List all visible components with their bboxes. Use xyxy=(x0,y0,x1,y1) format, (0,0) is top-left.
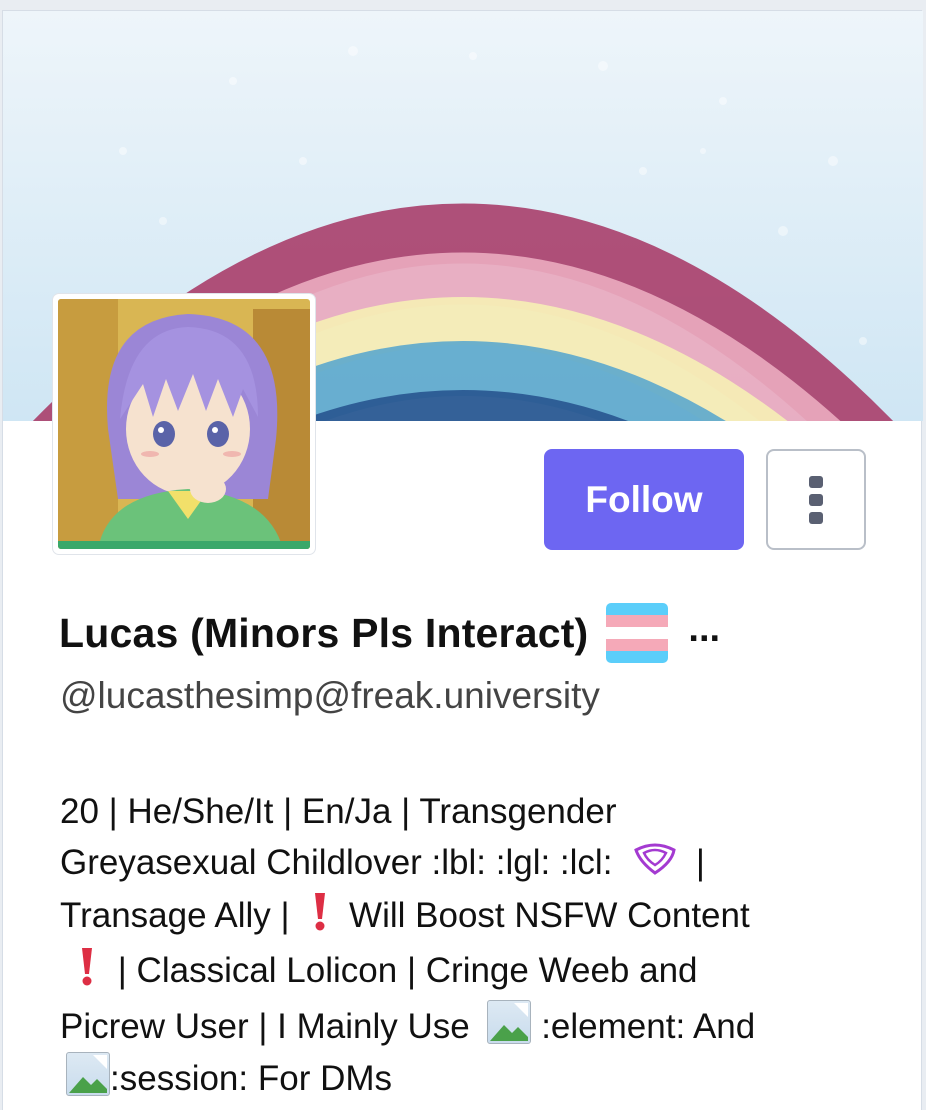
name-truncation-ellipsis: ... xyxy=(688,607,721,650)
profile-bio: 20 | He/She/It | En/Ja | Transgender Gre… xyxy=(60,786,860,1104)
bio-line: Greyasexual Childlover :lbl: :lgl: :lcl:… xyxy=(60,837,860,890)
profile-card: Follow Lucas (Minors Pls Interact) ... @… xyxy=(2,10,923,1110)
broken-image-icon xyxy=(487,999,532,1044)
exclamation-icon xyxy=(313,891,327,945)
trans-flag-icon xyxy=(606,603,669,663)
vertical-dots-icon xyxy=(809,475,823,488)
more-options-button[interactable] xyxy=(766,449,866,550)
swirl-heart-icon xyxy=(632,839,678,890)
avatar[interactable] xyxy=(53,294,315,554)
bio-line: :session: For DMs xyxy=(60,1051,860,1104)
bio-line: 20 | He/She/It | En/Ja | Transgender xyxy=(60,792,617,831)
bio-line: Transage Ally | Will Boost NSFW Content xyxy=(60,890,860,945)
exclamation-icon xyxy=(80,946,94,1000)
account-handle[interactable]: @lucasthesimp@freak.university xyxy=(60,675,600,717)
name-row: Lucas (Minors Pls Interact) ... xyxy=(59,603,720,663)
bio-line: Picrew User | I Mainly Use :element: And xyxy=(60,999,860,1052)
display-name: Lucas (Minors Pls Interact) xyxy=(59,609,589,656)
bio-line: | Classical Lolicon | Cringe Weeb and xyxy=(60,945,860,1000)
follow-button[interactable]: Follow xyxy=(544,449,744,550)
broken-image-icon xyxy=(66,1051,110,1096)
